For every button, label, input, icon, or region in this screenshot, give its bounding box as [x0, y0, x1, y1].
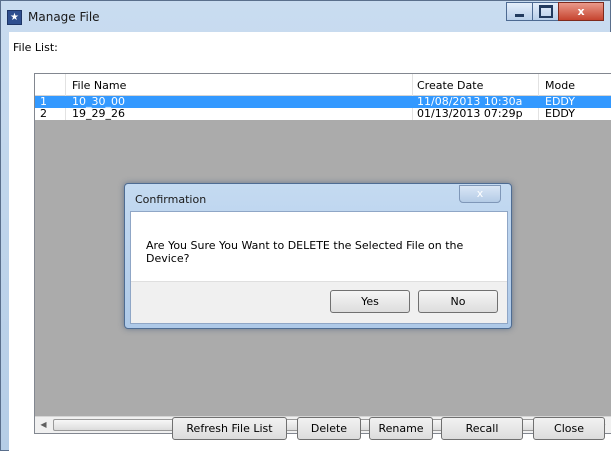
no-button[interactable]: No: [418, 290, 498, 313]
cell-divider: [412, 108, 413, 120]
column-header-mode[interactable]: Mode: [545, 79, 575, 92]
grid-header: File Name Create Date Mode: [35, 74, 611, 96]
maximize-button[interactable]: [532, 2, 559, 21]
yes-button[interactable]: Yes: [330, 290, 410, 313]
cell-divider: [65, 108, 66, 120]
header-divider: [65, 74, 66, 96]
recall-button[interactable]: Recall: [441, 417, 523, 440]
window-title: Manage File: [28, 10, 100, 24]
caption-buttons: x: [506, 2, 604, 22]
table-row[interactable]: 2 19_29_26 01/13/2013 07:29p EDDY: [35, 108, 611, 120]
delete-button[interactable]: Delete: [297, 417, 361, 440]
header-divider: [412, 74, 413, 96]
minimize-button[interactable]: [506, 2, 533, 21]
rename-button[interactable]: Rename: [369, 417, 433, 440]
cell-divider: [538, 108, 539, 120]
close-button[interactable]: Close: [533, 417, 605, 440]
create-date-cell: 01/13/2013 07:29p: [417, 107, 523, 120]
refresh-file-list-button[interactable]: Refresh File List: [172, 417, 287, 440]
confirmation-dialog: Confirmation x Are You Sure You Want to …: [124, 183, 512, 329]
row-index: 2: [40, 107, 47, 120]
dialog-body: Are You Sure You Want to DELETE the Sele…: [130, 211, 508, 324]
file-name-cell: 19_29_26: [72, 107, 125, 120]
scroll-left-arrow-icon[interactable]: ◀: [35, 417, 52, 433]
app-star-icon[interactable]: ★: [7, 10, 22, 25]
close-window-button[interactable]: x: [558, 2, 604, 21]
column-header-create-date[interactable]: Create Date: [417, 79, 483, 92]
dialog-footer: Yes No: [131, 281, 507, 323]
header-divider: [538, 74, 539, 96]
dialog-close-button[interactable]: x: [459, 185, 501, 203]
title-bar[interactable]: ★ Manage File x: [1, 1, 610, 32]
dialog-message: Are You Sure You Want to DELETE the Sele…: [146, 239, 464, 265]
manage-file-window: ★ Manage File x File List: File Name Cre…: [0, 0, 611, 451]
file-list-label: File List:: [13, 41, 58, 54]
dialog-title: Confirmation: [135, 193, 207, 206]
column-header-file-name[interactable]: File Name: [72, 79, 126, 92]
mode-cell: EDDY: [545, 107, 576, 120]
